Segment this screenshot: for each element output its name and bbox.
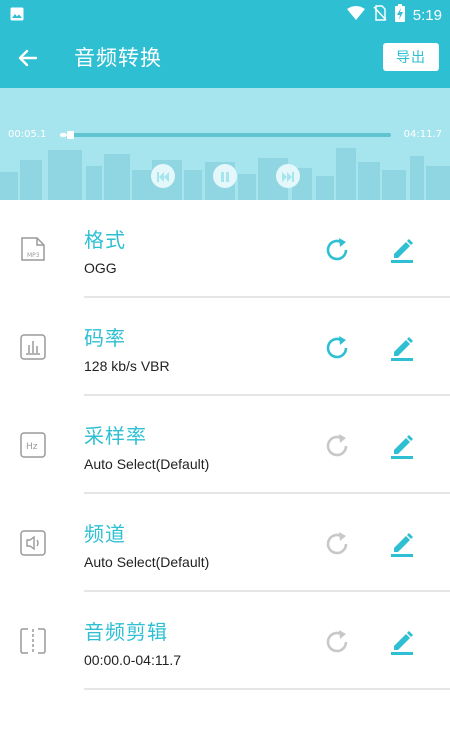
app-bar: 音频转换 导出: [0, 28, 450, 88]
wifi-icon: [346, 5, 365, 25]
setting-value: Auto Select(Default): [84, 456, 210, 472]
setting-value: OGG: [84, 260, 117, 276]
seek-progress: [60, 133, 67, 137]
bitrate-icon: [19, 333, 47, 361]
mp3-file-icon: MP3: [19, 235, 47, 263]
back-button[interactable]: [14, 44, 42, 72]
trim-icon: [19, 627, 47, 655]
reset-icon[interactable]: [322, 235, 352, 265]
edit-icon[interactable]: [388, 627, 416, 655]
battery-charging-icon: [394, 4, 405, 26]
skip-previous-icon: [157, 167, 169, 186]
edit-icon[interactable]: [388, 235, 416, 263]
setting-row-bitrate[interactable]: 码率 128 kb/s VBR: [0, 298, 450, 396]
arrow-back-icon: [14, 49, 42, 76]
edit-icon[interactable]: [388, 333, 416, 361]
status-bar: 5:19: [0, 0, 450, 28]
setting-row-sample-rate[interactable]: Hz 采样率 Auto Select(Default): [0, 396, 450, 494]
skip-next-button[interactable]: [276, 164, 300, 188]
reset-icon[interactable]: [322, 529, 352, 559]
seek-bar[interactable]: [60, 131, 391, 139]
setting-label: 格式: [84, 228, 126, 252]
seek-thumb[interactable]: [66, 131, 74, 139]
svg-text:Hz: Hz: [26, 442, 38, 452]
speaker-icon: [19, 529, 47, 557]
setting-value: 128 kb/s VBR: [84, 358, 170, 374]
divider: [84, 688, 450, 690]
setting-row-audio-trim[interactable]: 音频剪辑 00:00.0-04:11.7: [0, 592, 450, 690]
setting-label: 音频剪辑: [84, 620, 168, 644]
setting-row-format[interactable]: MP3 格式 OGG: [0, 200, 450, 298]
svg-text:MP3: MP3: [27, 252, 40, 259]
edit-icon[interactable]: [388, 529, 416, 557]
setting-label: 频道: [84, 522, 126, 546]
export-button[interactable]: 导出: [383, 43, 439, 71]
setting-value: 00:00.0-04:11.7: [84, 652, 182, 668]
reset-icon[interactable]: [322, 431, 352, 461]
setting-row-channel[interactable]: 频道 Auto Select(Default): [0, 494, 450, 592]
clock: 5:19: [412, 6, 442, 24]
no-sim-icon: [373, 5, 387, 25]
edit-icon[interactable]: [388, 431, 416, 459]
setting-value: Auto Select(Default): [84, 554, 210, 570]
reset-icon[interactable]: [322, 627, 352, 657]
setting-label: 采样率: [84, 424, 147, 448]
pause-icon: [220, 167, 230, 186]
setting-label: 码率: [84, 326, 126, 350]
audio-player: 00:05.1 04:11.7: [0, 88, 450, 200]
total-time: 04:11.7: [403, 129, 442, 140]
skip-previous-button[interactable]: [151, 164, 175, 188]
skip-next-icon: [282, 167, 294, 186]
page-title: 音频转换: [74, 46, 162, 70]
current-time: 00:05.1: [8, 129, 47, 140]
hz-icon: Hz: [19, 431, 47, 459]
reset-icon[interactable]: [322, 333, 352, 363]
pause-button[interactable]: [213, 164, 237, 188]
gallery-icon: [10, 6, 24, 25]
